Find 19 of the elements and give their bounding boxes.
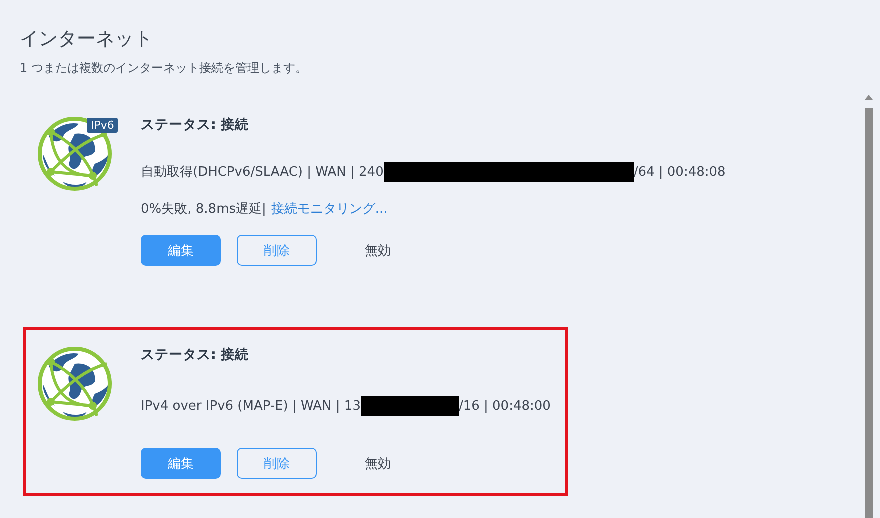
connection-details: IPv4 over IPv6 (MAP-E) | WAN | 13 bbox=[141, 398, 361, 414]
globe-icon bbox=[35, 114, 115, 194]
connection-status: ステータス: 接続 bbox=[141, 116, 250, 134]
disable-button[interactable]: 無効 bbox=[359, 448, 397, 479]
connection-stats: 0%失敗, 8.8ms遅延| bbox=[141, 201, 266, 218]
globe-icon bbox=[35, 344, 115, 424]
delete-button[interactable]: 削除 bbox=[237, 235, 317, 266]
page-title: インターネット bbox=[20, 27, 154, 52]
monitor-link[interactable]: 接続モニタリング... bbox=[271, 200, 388, 218]
connection-details: /16 | 00:48:00 bbox=[458, 398, 551, 414]
page-subtitle: 1 つまたは複数のインターネット接続を管理します。 bbox=[20, 60, 308, 77]
delete-button[interactable]: 削除 bbox=[237, 448, 317, 479]
connection-status: ステータス: 接続 bbox=[141, 346, 250, 364]
connection-details: 自動取得(DHCPv6/SLAAC) | WAN | 240 bbox=[141, 164, 384, 181]
ipv6-badge: IPv6 bbox=[87, 118, 118, 133]
edit-button[interactable]: 編集 bbox=[141, 448, 221, 479]
edit-button[interactable]: 編集 bbox=[141, 235, 221, 266]
connection-details: /64 | 00:48:08 bbox=[634, 164, 726, 180]
disable-button[interactable]: 無効 bbox=[359, 235, 397, 266]
